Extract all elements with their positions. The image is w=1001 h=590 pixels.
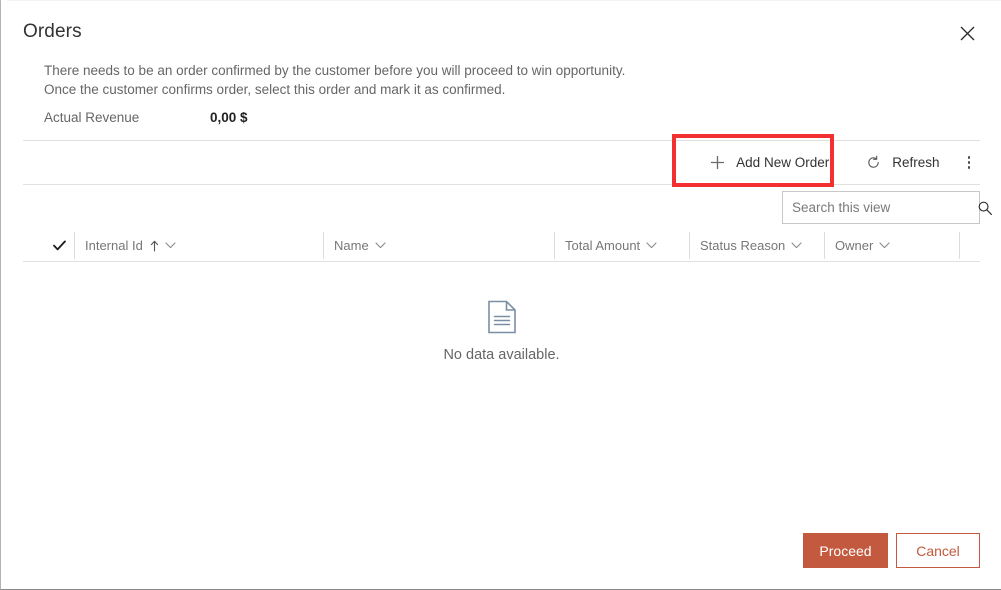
cancel-button[interactable]: Cancel <box>896 533 980 568</box>
chevron-down-icon <box>791 242 802 249</box>
refresh-button[interactable]: Refresh <box>851 141 953 184</box>
add-new-order-button[interactable]: Add New Order <box>695 141 843 184</box>
empty-state-message: No data available. <box>443 347 560 363</box>
close-icon[interactable] <box>953 19 981 47</box>
grid-header-divider <box>23 261 980 262</box>
column-header-total-amount[interactable]: Total Amount <box>554 232 689 259</box>
toolbar-bottom-divider <box>23 184 980 185</box>
refresh-icon <box>865 155 881 171</box>
description-line-1: There needs to be an order confirmed by … <box>44 63 626 78</box>
page-title: Orders <box>23 21 82 42</box>
overflow-menu-button[interactable] <box>958 141 981 184</box>
grid-header-row: Internal Id Name Total Amount Status Rea… <box>23 232 980 259</box>
sort-ascending-icon <box>150 240 159 252</box>
column-label: Internal Id <box>85 238 143 253</box>
chevron-down-icon <box>375 242 386 249</box>
command-bar: Add New Order Refresh <box>661 141 980 184</box>
actual-revenue-value: 0,00 $ <box>210 110 248 125</box>
add-new-order-label: Add New Order <box>736 155 830 170</box>
refresh-label: Refresh <box>892 155 940 170</box>
select-all-checkbox[interactable] <box>47 232 71 259</box>
column-label: Name <box>334 238 369 253</box>
more-vertical-icon <box>967 156 970 169</box>
chevron-down-icon <box>165 242 176 249</box>
description-line-2: Once the customer confirms order, select… <box>44 82 506 97</box>
column-label: Status Reason <box>700 238 786 253</box>
column-end-divider <box>959 232 960 259</box>
column-header-owner[interactable]: Owner <box>824 232 959 259</box>
proceed-button[interactable]: Proceed <box>803 533 888 568</box>
actual-revenue-label: Actual Revenue <box>44 110 140 125</box>
column-label: Owner <box>835 238 874 253</box>
top-divider <box>7 0 1001 1</box>
document-icon <box>487 300 517 334</box>
empty-state: No data available. <box>1 300 1001 363</box>
search-box[interactable] <box>782 191 992 224</box>
column-header-name[interactable]: Name <box>323 232 443 259</box>
plus-icon <box>709 155 725 171</box>
chevron-down-icon <box>646 242 657 249</box>
dialog-description: There needs to be an order confirmed by … <box>44 61 744 99</box>
search-icon[interactable] <box>977 192 993 223</box>
column-header-status-reason[interactable]: Status Reason <box>689 232 824 259</box>
column-header-internal-id[interactable]: Internal Id <box>74 232 224 259</box>
orders-dialog: Orders There needs to be an order confir… <box>0 0 1001 590</box>
column-label: Total Amount <box>565 238 641 253</box>
search-input[interactable] <box>783 192 977 223</box>
chevron-down-icon <box>879 242 890 249</box>
